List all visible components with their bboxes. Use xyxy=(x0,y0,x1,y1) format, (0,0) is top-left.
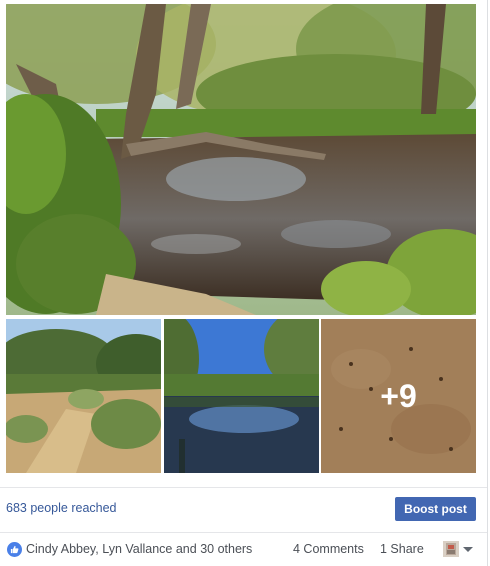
thumbnail-photo-2[interactable] xyxy=(164,319,319,473)
thumbnail-photo-1[interactable] xyxy=(6,319,161,473)
photo-grid: +9 xyxy=(6,4,476,474)
comments-count[interactable]: 4 Comments xyxy=(293,542,364,556)
reactions-bar: Cindy Abbey, Lyn Vallance and 30 others … xyxy=(0,538,487,562)
main-photo[interactable] xyxy=(6,4,476,315)
main-photo-image xyxy=(6,4,476,315)
caret-down-icon[interactable] xyxy=(463,547,473,552)
boost-post-button[interactable]: Boost post xyxy=(395,497,476,521)
thumbnail-photo-2-image xyxy=(164,319,319,473)
people-reached-link[interactable]: 683 people reached xyxy=(6,501,117,515)
more-photos-tile[interactable]: +9 xyxy=(321,319,476,473)
thumbnail-photo-1-image xyxy=(6,319,161,473)
thumbs-up-icon xyxy=(7,542,22,557)
divider xyxy=(0,532,487,533)
post-border xyxy=(487,0,488,566)
divider xyxy=(0,487,487,488)
shares-count[interactable]: 1 Share xyxy=(380,542,424,556)
likers-list[interactable]: Cindy Abbey, Lyn Vallance and 30 others xyxy=(26,542,252,556)
avatar[interactable] xyxy=(443,541,459,557)
more-photos-count: +9 xyxy=(321,319,476,473)
